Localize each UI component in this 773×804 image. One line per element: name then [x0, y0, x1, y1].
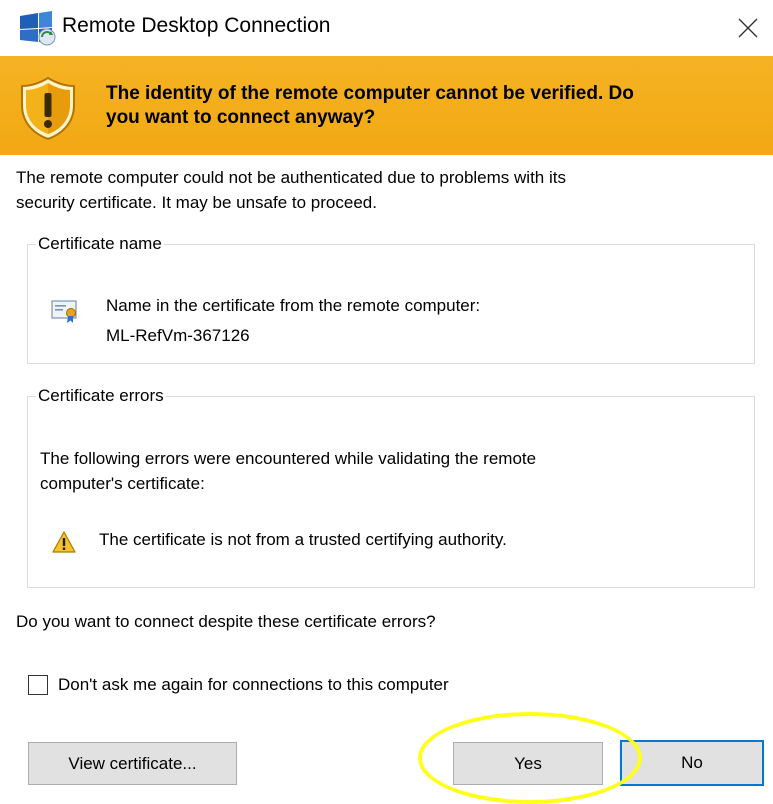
dont-ask-again-checkbox[interactable]: [28, 675, 48, 695]
certificate-name-group: Certificate name Name in the certificate…: [27, 234, 755, 364]
certificate-errors-group: Certificate errors The following errors …: [27, 386, 755, 588]
title-bar: Remote Desktop Connection: [0, 0, 773, 56]
warning-icon: [52, 531, 76, 553]
certificate-name-value: ML-RefVm-367126: [106, 326, 250, 345]
errors-intro-line-1: The following errors were encountered wh…: [40, 449, 537, 468]
banner-line-2: you want to connect anyway?: [106, 107, 376, 128]
errors-intro: The following errors were encountered wh…: [40, 446, 720, 496]
shield-warning-icon: [21, 76, 75, 141]
errors-intro-line-2: computer's certificate:: [40, 474, 205, 493]
no-button[interactable]: No: [620, 740, 764, 786]
close-icon: [738, 18, 758, 38]
certificate-icon: [51, 300, 77, 323]
view-certificate-button[interactable]: View certificate...: [28, 742, 237, 785]
certificate-name-label: Name in the certificate from the remote …: [106, 296, 481, 315]
intro-text: The remote computer could not be authent…: [16, 165, 736, 215]
error-item: The certificate is not from a trusted ce…: [99, 530, 507, 549]
warning-banner: The identity of the remote computer cann…: [0, 56, 773, 155]
intro-line-2: security certificate. It may be unsafe t…: [16, 193, 377, 212]
connect-question: Do you want to connect despite these cer…: [16, 612, 436, 631]
certificate-name-legend: Certificate name: [38, 234, 162, 253]
intro-line-1: The remote computer could not be authent…: [16, 168, 566, 187]
banner-message: The identity of the remote computer cann…: [106, 82, 746, 130]
banner-line-1: The identity of the remote computer cann…: [106, 83, 634, 104]
dont-ask-again-label: Don't ask me again for connections to th…: [58, 675, 449, 694]
window-title: Remote Desktop Connection: [62, 14, 331, 37]
remote-desktop-icon: [20, 11, 56, 46]
close-button[interactable]: [728, 8, 768, 48]
dont-ask-again-checkbox-row[interactable]: Don't ask me again for connections to th…: [28, 675, 449, 695]
yes-button[interactable]: Yes: [453, 742, 603, 785]
certificate-errors-legend: Certificate errors: [38, 386, 164, 405]
